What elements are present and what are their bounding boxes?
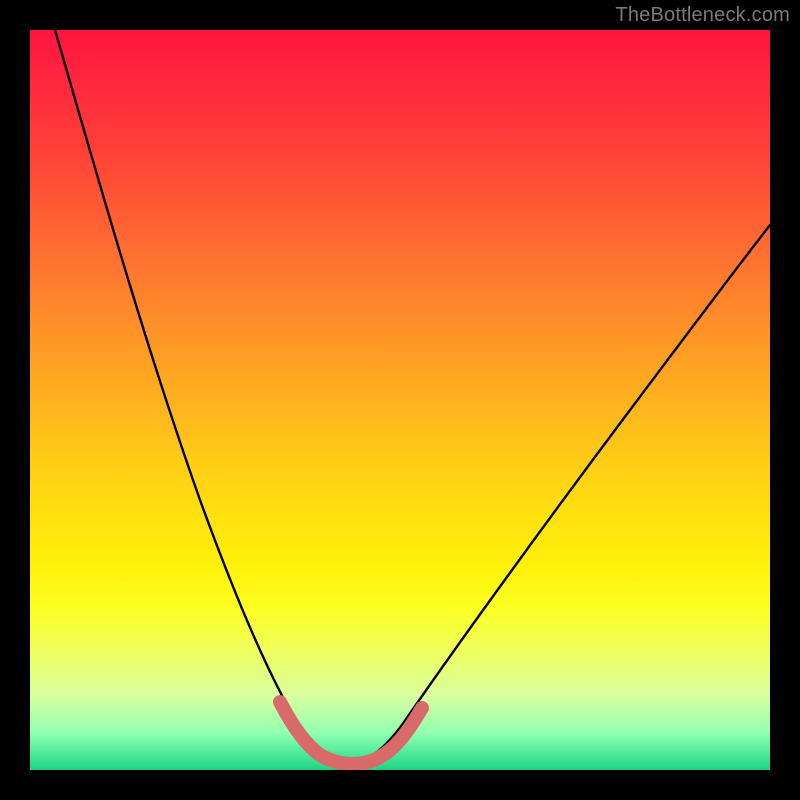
chart-frame: TheBottleneck.com — [0, 0, 800, 800]
plot-area — [30, 30, 770, 770]
bottleneck-curve-line — [55, 30, 770, 763]
curve-layer — [30, 30, 770, 770]
optimal-range-highlight — [280, 702, 422, 764]
watermark-text: TheBottleneck.com — [615, 4, 790, 27]
